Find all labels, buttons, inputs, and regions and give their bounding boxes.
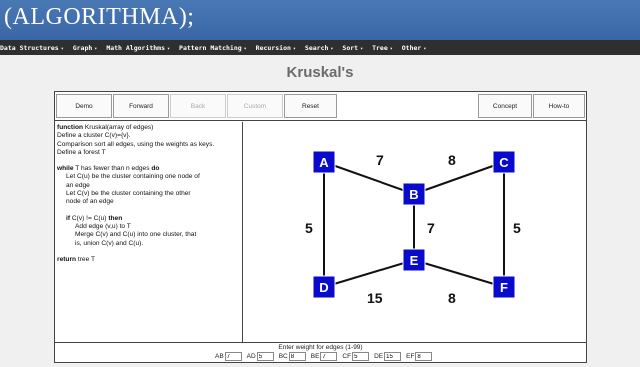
edge-label-cf: 5: [513, 220, 521, 236]
code-line: Comparison sort all edges, using the wei…: [57, 140, 215, 148]
weight-group-be: BE: [311, 352, 338, 361]
site-logo[interactable]: (ALGORITHMA);: [4, 4, 194, 31]
back-button[interactable]: Back: [170, 94, 226, 118]
nav-sort[interactable]: Sort ▾: [342, 44, 363, 52]
weight-group-de: DE: [374, 352, 402, 361]
nav-data-structures[interactable]: Data Structures ▾: [0, 44, 64, 52]
node-b[interactable]: B: [402, 182, 426, 206]
edge-weights-panel: Enter weight for edges (1-99) AB AD BC B…: [55, 342, 586, 362]
weight-group-ad: AD: [247, 352, 274, 361]
graph-canvas: 7 8 7 5 5 15 8 A B C D E F: [244, 122, 586, 342]
edge-label-bc: 8: [448, 152, 456, 168]
code-line: function Kruskal(array of edges): [57, 124, 154, 131]
code-line: node of an edge: [66, 198, 114, 206]
node-d[interactable]: D: [312, 275, 336, 299]
nav-graph[interactable]: Graph ▾: [73, 44, 98, 52]
weight-input-ad[interactable]: [256, 352, 274, 361]
code-line: Merge C(v) and C(u) into one cluster, th…: [75, 231, 197, 239]
node-c[interactable]: C: [492, 150, 516, 174]
edge-label-be: 7: [427, 220, 435, 236]
weight-input-bc[interactable]: [288, 352, 306, 361]
chevron-down-icon: ▾: [94, 45, 98, 52]
custom-button[interactable]: Custom: [227, 94, 283, 118]
edge-ef: [413, 259, 505, 288]
chevron-down-icon: ▾: [243, 45, 247, 52]
edge-label-de: 15: [367, 290, 383, 306]
chevron-down-icon: ▾: [167, 45, 171, 52]
node-label: C: [499, 155, 509, 170]
code-line: Let C(u) be the cluster containing one n…: [66, 173, 200, 181]
code-spacer: [57, 207, 240, 215]
main-nav: Data Structures ▾ Graph ▾ Math Algorithms ▾…: [0, 40, 640, 55]
code-line: Let C(v) be the cluster containing the o…: [66, 190, 191, 198]
code-line: Add edge (v,u) to T: [75, 222, 131, 230]
code-spacer: [57, 157, 240, 165]
edge-label-ef: 8: [448, 290, 456, 306]
code-line: Define a cluster C(v)={v}.: [57, 132, 131, 140]
weight-group-cf: CF: [342, 352, 370, 361]
pseudocode-panel: function Kruskal(array of edges) Define …: [55, 122, 243, 342]
edge-bc: [413, 161, 505, 195]
concept-button[interactable]: Concept: [478, 94, 532, 118]
weight-input-ab[interactable]: [224, 352, 242, 361]
howto-button[interactable]: How-to: [533, 94, 585, 118]
graph-svg: 7 8 7 5 5 15 8 A B C D E F: [305, 150, 521, 306]
chevron-down-icon: ▾: [292, 45, 296, 52]
nav-pattern-matching[interactable]: Pattern Matching ▾: [179, 44, 247, 52]
edge-label-ab: 7: [376, 152, 384, 168]
code-line: Define a forest T: [57, 148, 106, 156]
node-label: B: [409, 187, 418, 202]
chevron-down-icon: ▾: [423, 45, 427, 52]
weight-group-bc: BC: [279, 352, 306, 361]
forward-button[interactable]: Forward: [113, 94, 169, 118]
demo-button[interactable]: Demo: [56, 94, 112, 118]
weight-input-be[interactable]: [320, 352, 338, 361]
nav-other[interactable]: Other ▾: [402, 44, 427, 52]
edge-weights-row: AB AD BC BE CF DE EF: [215, 352, 437, 361]
chevron-down-icon: ▾: [360, 45, 364, 52]
weight-input-de[interactable]: [384, 352, 402, 361]
nav-recursion[interactable]: Recursion ▾: [256, 44, 296, 52]
chevron-down-icon: ▾: [330, 45, 334, 52]
node-label: F: [500, 280, 508, 295]
weight-group-ef: EF: [406, 352, 433, 361]
edge-de: [323, 259, 415, 288]
visualizer-panel: Demo Forward Back Custom Reset Concept H…: [54, 91, 587, 363]
node-label: D: [319, 280, 328, 295]
code-line: return tree T: [57, 255, 95, 263]
code-line: is, union C(v) and C(u).: [75, 239, 144, 247]
edge-weights-label: Enter weight for edges (1-99): [278, 344, 363, 351]
code-line: if C(v) != C(u) then: [66, 214, 123, 222]
node-label: A: [319, 155, 329, 170]
node-a[interactable]: A: [312, 150, 336, 174]
nav-search[interactable]: Search ▾: [305, 44, 334, 52]
node-e[interactable]: E: [402, 248, 426, 272]
chevron-down-icon: ▾: [389, 45, 393, 52]
code-spacer: [57, 248, 240, 256]
weight-group-ab: AB: [215, 352, 242, 361]
nav-math-algorithms[interactable]: Math Algorithms ▾: [106, 44, 170, 52]
page-title: Kruskal's: [286, 64, 354, 81]
code-line: while T has fewer than n edges do: [57, 165, 160, 173]
weight-input-ef[interactable]: [415, 352, 433, 361]
edge-label-ad: 5: [305, 220, 313, 236]
edge-ab: [323, 161, 415, 195]
node-f[interactable]: F: [492, 275, 516, 299]
weight-input-cf[interactable]: [352, 352, 370, 361]
site-header: (ALGORITHMA);: [0, 0, 640, 40]
reset-button[interactable]: Reset: [284, 94, 337, 118]
chevron-down-icon: ▾: [60, 45, 64, 52]
toolbar: Demo Forward Back Custom Reset Concept H…: [55, 92, 586, 121]
node-label: E: [410, 253, 419, 268]
nav-tree[interactable]: Tree ▾: [372, 44, 393, 52]
code-line: an edge: [66, 181, 90, 189]
